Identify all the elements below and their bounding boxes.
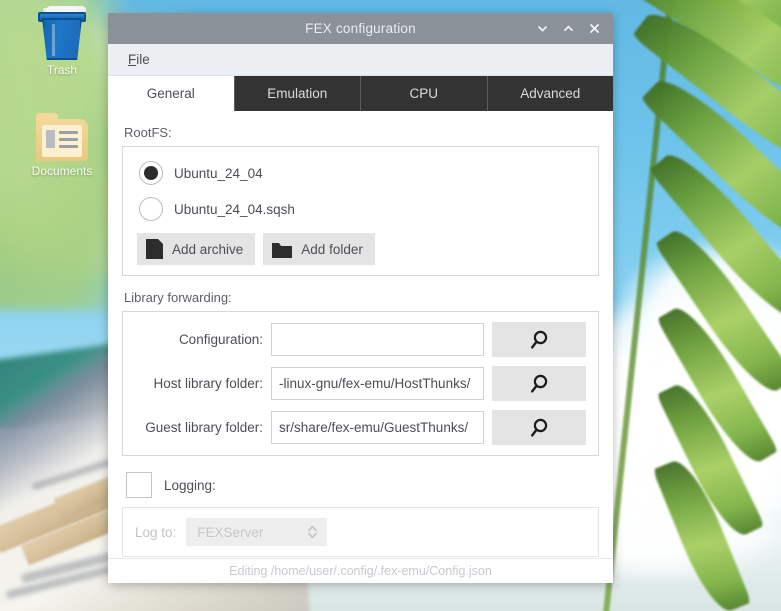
menu-file-mnemonic: F <box>128 52 137 67</box>
host-library-folder-label: Host library folder: <box>153 376 263 391</box>
rootfs-section-label: RootFS: <box>124 125 172 140</box>
search-icon <box>531 374 548 393</box>
host-library-folder-input[interactable] <box>271 367 484 400</box>
library-forwarding-section-label: Library forwarding: <box>124 290 232 305</box>
rootfs-option-ubuntu-24-04[interactable]: Ubuntu_24_04 <box>139 161 586 185</box>
statusbar: Editing /home/user/.config/.fex-emu/Conf… <box>108 558 613 583</box>
trash-bin-icon <box>14 4 110 60</box>
menu-file[interactable]: File <box>122 50 156 69</box>
radio-button[interactable] <box>139 197 163 221</box>
rootfs-option-label: Ubuntu_24_04.sqsh <box>174 201 295 217</box>
menubar: File <box>108 44 613 76</box>
rootfs-actions: Add archive Add folder <box>137 233 586 265</box>
library-forwarding-group: Configuration: Host library folder: -lin… <box>122 311 599 456</box>
configuration-label: Configuration: <box>178 332 263 347</box>
archive-icon <box>146 239 163 259</box>
desktop-icon-label: Trash <box>46 63 78 77</box>
add-archive-label: Add archive <box>172 241 244 257</box>
menu-file-label: ile <box>136 52 150 67</box>
host-library-folder-browse-button[interactable] <box>492 366 586 401</box>
chevron-up-icon[interactable] <box>555 13 581 44</box>
desktop-icon-label: Documents <box>31 164 93 178</box>
radio-button[interactable] <box>139 161 163 185</box>
host-library-folder-row: Host library folder: <box>135 366 586 401</box>
tab-general[interactable]: General <box>108 76 235 111</box>
add-folder-label: Add folder <box>301 241 363 257</box>
close-icon[interactable] <box>581 13 607 44</box>
folder-documents-icon <box>14 105 110 161</box>
status-text: Editing /home/user/.config/.fex-emu/Conf… <box>229 564 492 578</box>
desktop-icon-trash[interactable]: Trash <box>14 4 110 77</box>
guest-library-folder-input[interactable] <box>271 411 484 444</box>
updown-arrows-icon <box>306 523 319 541</box>
tabbar: General Emulation CPU Advanced <box>108 76 613 111</box>
tab-panel-general: RootFS: Ubuntu_24_04 Ubuntu_24_04.sqsh A… <box>108 111 613 558</box>
rootfs-option-ubuntu-24-04-sqsh[interactable]: Ubuntu_24_04.sqsh <box>139 197 586 221</box>
logging-checkbox[interactable] <box>126 472 152 498</box>
guest-library-folder-row: Guest library folder: <box>135 410 586 445</box>
configuration-row: Configuration: <box>135 322 586 357</box>
tab-emulation[interactable]: Emulation <box>234 76 361 111</box>
search-icon <box>531 330 548 349</box>
search-icon <box>531 418 548 437</box>
configuration-browse-button[interactable] <box>492 322 586 357</box>
logging-row[interactable]: Logging: <box>126 472 599 498</box>
guest-library-folder-browse-button[interactable] <box>492 410 586 445</box>
logging-label: Logging: <box>164 477 216 493</box>
desktop: Trash Documents FEX configuration File G… <box>0 0 781 611</box>
tab-advanced[interactable]: Advanced <box>487 76 613 111</box>
fex-configuration-window: FEX configuration File General Emulation… <box>108 13 613 583</box>
folder-icon <box>272 241 293 258</box>
desktop-icon-documents[interactable]: Documents <box>14 105 110 178</box>
log-to-label: Log to: <box>135 524 177 540</box>
rootfs-option-label: Ubuntu_24_04 <box>174 165 263 181</box>
add-folder-button[interactable]: Add folder <box>263 233 375 265</box>
guest-library-folder-label: Guest library folder: <box>145 420 263 435</box>
tab-cpu[interactable]: CPU <box>361 76 488 111</box>
window-titlebar[interactable]: FEX configuration <box>108 13 613 44</box>
log-to-group: Log to: FEXServer <box>122 507 599 557</box>
chevron-down-icon[interactable] <box>529 13 555 44</box>
add-archive-button[interactable]: Add archive <box>137 233 256 265</box>
configuration-input[interactable] <box>271 323 484 356</box>
window-controls <box>529 13 607 44</box>
log-to-value: FEXServer <box>197 524 264 540</box>
rootfs-group: Ubuntu_24_04 Ubuntu_24_04.sqsh Add archi… <box>122 146 599 276</box>
log-to-select[interactable]: FEXServer <box>186 518 328 546</box>
